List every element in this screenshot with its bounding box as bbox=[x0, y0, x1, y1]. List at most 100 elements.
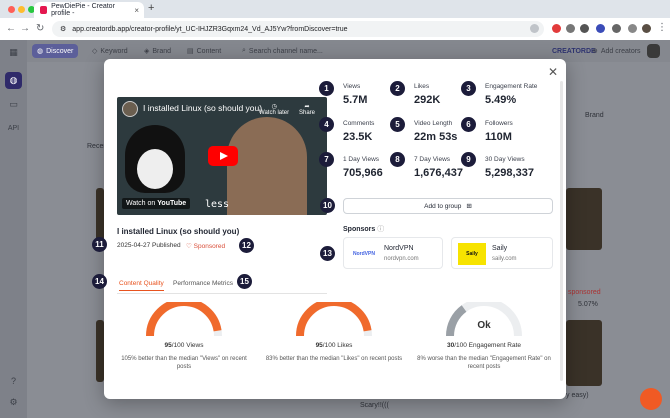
video-caption-less: less bbox=[205, 199, 230, 210]
sponsor-domain: saily.com bbox=[492, 256, 517, 262]
tab-content-quality[interactable]: Content Quality bbox=[119, 280, 164, 291]
sponsors-label: Sponsors bbox=[343, 226, 376, 233]
video-player[interactable]: I installed Linux (so should you) ◷ Watch… bbox=[117, 97, 327, 215]
address-bar[interactable]: ⚙ app.creatordb.app/creator-profile/yt_U… bbox=[52, 21, 544, 37]
metric-label: 1 Day Views bbox=[343, 156, 380, 163]
profile-avatar[interactable] bbox=[642, 24, 651, 33]
user-avatar[interactable] bbox=[647, 44, 660, 58]
metric-views: Views 5.7M bbox=[343, 83, 367, 106]
info-icon[interactable]: ⓘ bbox=[377, 226, 384, 233]
add-to-group-button[interactable]: Add to group ⊞ bbox=[343, 198, 553, 214]
site-info-icon[interactable]: ⚙ bbox=[60, 25, 66, 33]
nav-content[interactable]: ▤ Content bbox=[182, 44, 226, 58]
browser-tab[interactable]: PewDiePie - Creator profile - × bbox=[34, 2, 144, 18]
watch-later-button[interactable]: ◷ Watch later bbox=[259, 103, 289, 116]
tag-icon: ♡ bbox=[186, 243, 192, 250]
sponsor-card[interactable]: Saily Saily saily.com bbox=[451, 237, 553, 269]
gauge-score: 95/100 Views bbox=[114, 342, 254, 349]
nav-brand[interactable]: ◈ Brand bbox=[139, 44, 176, 58]
play-button[interactable] bbox=[208, 146, 238, 166]
bg-video-thumb[interactable] bbox=[566, 320, 602, 386]
tab-close-icon[interactable]: × bbox=[134, 6, 139, 15]
new-tab-button[interactable]: + bbox=[148, 2, 154, 14]
browser-toolbar: ← → ↻ ⚙ app.creatordb.app/creator-profil… bbox=[0, 18, 670, 40]
modal-scrollbar[interactable] bbox=[560, 81, 563, 381]
metric-label: Followers bbox=[485, 120, 513, 127]
person-image bbox=[227, 117, 307, 215]
callout-badge: 12 bbox=[239, 238, 254, 253]
watch-on-youtube-button[interactable]: Watch on YouTube bbox=[122, 198, 191, 209]
search-placeholder: Search channel name... bbox=[248, 47, 323, 55]
metric-label: Video Length bbox=[414, 120, 453, 127]
minimize-window-button[interactable] bbox=[18, 6, 25, 13]
nav-keyword[interactable]: ◇ Keyword bbox=[87, 44, 133, 58]
api-link[interactable]: API bbox=[5, 120, 22, 137]
add-creators-label: Add creators bbox=[600, 47, 641, 55]
gauge-rating: Superb bbox=[166, 320, 202, 331]
left-rail: ▦ ◍ ▭ API ? ⚙ bbox=[0, 40, 27, 418]
extension-icon[interactable] bbox=[566, 24, 575, 33]
bg-video-thumb[interactable] bbox=[566, 188, 602, 250]
metric-label: 30 Day Views bbox=[485, 156, 525, 163]
channel-search[interactable]: ⌕ Search channel name... bbox=[237, 44, 397, 58]
metric-comments: Comments 23.5K bbox=[343, 120, 374, 143]
chat-support-button[interactable] bbox=[640, 388, 662, 410]
gauge-score-suffix: /100 Likes bbox=[322, 342, 353, 349]
metric-value: 292K bbox=[414, 94, 441, 106]
tab-title: PewDiePie - Creator profile - bbox=[51, 3, 115, 17]
callout-badge: 7 bbox=[319, 152, 334, 167]
callout-badge: 10 bbox=[320, 198, 335, 213]
settings-icon[interactable]: ⚙ bbox=[5, 394, 22, 411]
gauge-rating: Superb bbox=[316, 320, 352, 331]
add-creators-button[interactable]: ⊕ Add creators bbox=[587, 44, 646, 58]
bg-video-title-2: y easy) bbox=[566, 392, 589, 399]
metrics-tabs: Content Quality Performance Metrics bbox=[117, 276, 327, 294]
bg-sponsored-label: sponsored bbox=[568, 289, 601, 296]
callout-badge: 1 bbox=[319, 81, 334, 96]
nav-brand-label: Brand bbox=[152, 47, 172, 55]
metric-value: 1,676,437 bbox=[414, 167, 463, 179]
nordvpn-logo: NordVPN bbox=[353, 251, 375, 257]
browser-menu-icon[interactable]: ⋮ bbox=[657, 22, 667, 33]
puzzle-icon[interactable] bbox=[612, 24, 621, 33]
gauge-rating: Ok bbox=[477, 320, 491, 331]
player-title[interactable]: I installed Linux (so should you) bbox=[143, 103, 262, 113]
tab-performance-metrics[interactable]: Performance Metrics bbox=[173, 280, 233, 287]
back-arrow-icon[interactable]: ← bbox=[6, 23, 16, 34]
gauge-description: 8% worse than the median "Engagement Rat… bbox=[417, 356, 551, 370]
callout-badge: 5 bbox=[390, 117, 405, 132]
nav-content-label: Content bbox=[196, 47, 222, 55]
saily-logo: Saily bbox=[458, 243, 486, 265]
extension-icon[interactable] bbox=[596, 24, 605, 33]
likes-score-gauge: Superb 95/100 Likes 83% better than the … bbox=[264, 302, 404, 363]
tab-favicon-icon bbox=[40, 6, 48, 14]
sponsor-card[interactable]: NordVPN NordVPN nordvpn.com bbox=[343, 237, 443, 269]
gauge-score: 95/100 Likes bbox=[264, 342, 404, 349]
help-icon[interactable]: ? bbox=[5, 372, 22, 389]
metric-30-day-views: 30 Day Views 5,298,337 bbox=[485, 156, 534, 179]
video-detail-modal: ✕ I installed Linux (so should you) ◷ Wat… bbox=[92, 59, 566, 399]
channel-avatar[interactable] bbox=[122, 101, 138, 117]
metric-7-day-views: 7 Day Views 1,676,437 bbox=[414, 156, 463, 179]
bg-brand-filter[interactable]: Brand bbox=[585, 112, 604, 119]
bg-video-thumb[interactable] bbox=[96, 320, 104, 382]
extension-icon[interactable] bbox=[552, 24, 561, 33]
apps-grid-icon[interactable]: ▦ bbox=[5, 44, 22, 61]
nav-discover[interactable]: ◍ Discover bbox=[32, 44, 79, 58]
callout-badge: 11 bbox=[92, 237, 107, 252]
close-icon[interactable]: ✕ bbox=[548, 65, 558, 79]
reload-icon[interactable]: ↻ bbox=[36, 23, 44, 34]
star-icon[interactable] bbox=[530, 24, 539, 33]
metric-value: 5,298,337 bbox=[485, 167, 534, 179]
folder-plus-icon: ⊞ bbox=[466, 203, 472, 210]
penguin-image bbox=[125, 125, 185, 193]
forward-arrow-icon[interactable]: → bbox=[20, 23, 30, 34]
share-button[interactable]: ➦ Share bbox=[299, 103, 315, 116]
globe-icon[interactable]: ◍ bbox=[5, 72, 22, 89]
content-icon: ▤ bbox=[187, 48, 194, 55]
close-window-button[interactable] bbox=[8, 6, 15, 13]
extension-icon[interactable] bbox=[580, 24, 589, 33]
sidebar-icon[interactable] bbox=[628, 24, 637, 33]
folder-icon[interactable]: ▭ bbox=[5, 96, 22, 113]
metric-value: 5.7M bbox=[343, 94, 368, 106]
